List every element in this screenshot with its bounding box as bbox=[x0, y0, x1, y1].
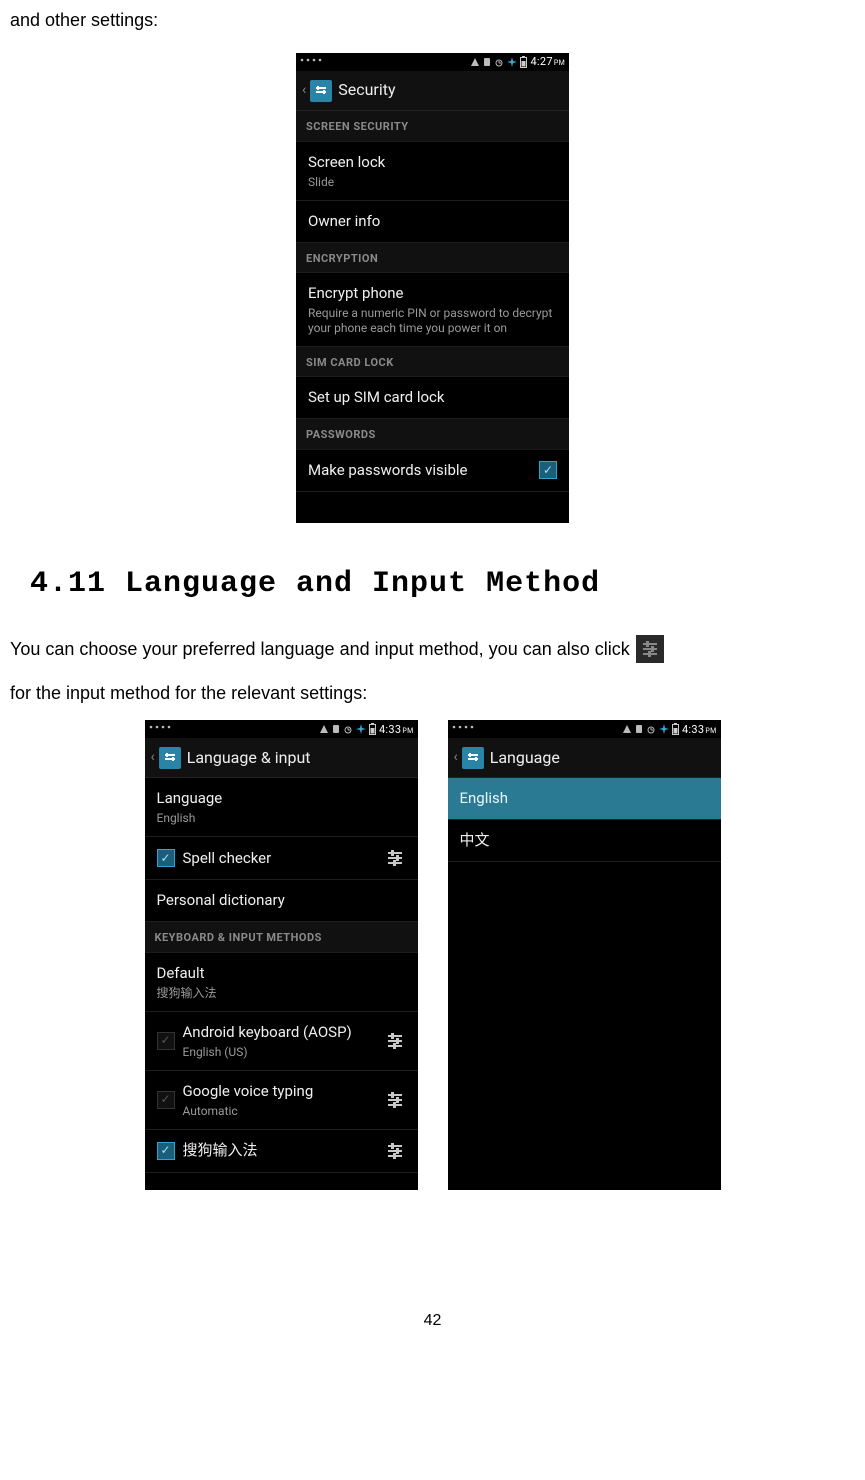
category-passwords: PASSWORDS bbox=[296, 419, 569, 449]
row-encrypt-phone[interactable]: Encrypt phone Require a numeric PIN or p… bbox=[296, 273, 569, 347]
checkbox-icon[interactable]: ✓ bbox=[157, 1032, 175, 1050]
category-encryption: ENCRYPTION bbox=[296, 243, 569, 273]
back-icon[interactable]: ‹ bbox=[302, 81, 306, 101]
row-title: 搜狗输入法 bbox=[183, 1140, 376, 1161]
row-subtitle: 搜狗输入法 bbox=[157, 986, 406, 1001]
screenshot-language-list: 4:33PM ‹ Language English 中文 bbox=[448, 720, 721, 1190]
screenshot-language-input: 4:33PM ‹ Language & input Language Engli… bbox=[145, 720, 418, 1190]
action-bar[interactable]: ‹ Language & input bbox=[145, 738, 418, 778]
sim-icon bbox=[483, 57, 491, 67]
row-subtitle: Automatic bbox=[183, 1104, 376, 1119]
menu-dots-icon bbox=[452, 723, 480, 731]
row-lang-chinese[interactable]: 中文 bbox=[448, 820, 721, 862]
body-para-1: You can choose your preferred language a… bbox=[10, 637, 630, 662]
row-google-voice-typing[interactable]: ✓ Google voice typing Automatic bbox=[145, 1071, 418, 1130]
row-title: Owner info bbox=[308, 211, 557, 232]
row-spell-checker[interactable]: ✓ Spell checker bbox=[145, 837, 418, 880]
action-bar[interactable]: ‹ Language bbox=[448, 738, 721, 778]
row-title: Set up SIM card lock bbox=[308, 387, 557, 408]
status-bar: 4:33PM bbox=[145, 720, 418, 738]
category-keyboard: KEYBOARD & INPUT METHODS bbox=[145, 922, 418, 952]
section-heading: 4.11 Language and Input Method bbox=[30, 563, 855, 605]
checkbox-icon[interactable]: ✓ bbox=[157, 1142, 175, 1160]
settings-sliders-icon[interactable] bbox=[384, 1140, 406, 1162]
alarm-icon bbox=[646, 724, 656, 734]
row-title: Google voice typing bbox=[183, 1081, 376, 1102]
back-icon[interactable]: ‹ bbox=[151, 748, 155, 768]
row-screen-lock[interactable]: Screen lock Slide bbox=[296, 142, 569, 201]
row-title: Default bbox=[157, 963, 406, 984]
status-bar: 4:33PM bbox=[448, 720, 721, 738]
back-icon[interactable]: ‹ bbox=[454, 748, 458, 768]
warning-icon bbox=[470, 57, 480, 67]
row-subtitle: English bbox=[157, 811, 406, 826]
category-sim-lock: SIM CARD LOCK bbox=[296, 347, 569, 377]
row-aosp-keyboard[interactable]: ✓ Android keyboard (AOSP) English (US) bbox=[145, 1012, 418, 1071]
intro-fragment: and other settings: bbox=[10, 8, 855, 33]
status-time: 4:33PM bbox=[379, 722, 414, 737]
warning-icon bbox=[319, 724, 329, 734]
status-time: 4:33PM bbox=[682, 722, 717, 737]
row-title: Make passwords visible bbox=[308, 460, 531, 481]
menu-dots-icon bbox=[300, 56, 328, 64]
row-title: English bbox=[460, 788, 709, 809]
settings-app-icon bbox=[462, 747, 484, 769]
checkbox-icon[interactable]: ✓ bbox=[539, 461, 557, 479]
menu-dots-icon bbox=[149, 723, 177, 731]
row-subtitle: Slide bbox=[308, 175, 557, 190]
battery-icon bbox=[672, 723, 679, 735]
battery-icon bbox=[369, 723, 376, 735]
warning-icon bbox=[622, 724, 632, 734]
row-title: Personal dictionary bbox=[157, 890, 406, 911]
airplane-icon bbox=[659, 724, 669, 734]
row-language[interactable]: Language English bbox=[145, 778, 418, 837]
settings-sliders-icon[interactable] bbox=[384, 1030, 406, 1052]
alarm-icon bbox=[343, 724, 353, 734]
action-bar-title: Language & input bbox=[187, 747, 311, 769]
airplane-icon bbox=[356, 724, 366, 734]
sim-icon bbox=[635, 724, 643, 734]
row-title: Android keyboard (AOSP) bbox=[183, 1022, 376, 1043]
action-bar-title: Security bbox=[338, 79, 395, 101]
action-bar-title: Language bbox=[490, 747, 560, 769]
checkbox-icon[interactable]: ✓ bbox=[157, 1091, 175, 1109]
page-number: 42 bbox=[10, 1310, 855, 1332]
row-title: Spell checker bbox=[183, 848, 376, 869]
battery-icon bbox=[520, 56, 527, 68]
settings-app-icon bbox=[159, 747, 181, 769]
body-para-2: for the input method for the relevant se… bbox=[10, 681, 855, 706]
checkbox-icon[interactable]: ✓ bbox=[157, 849, 175, 867]
row-sim-lock[interactable]: Set up SIM card lock bbox=[296, 377, 569, 419]
settings-sliders-icon[interactable] bbox=[384, 1089, 406, 1111]
row-passwords-visible[interactable]: Make passwords visible ✓ bbox=[296, 450, 569, 492]
row-lang-english[interactable]: English bbox=[448, 778, 721, 820]
settings-sliders-icon[interactable] bbox=[384, 847, 406, 869]
sim-icon bbox=[332, 724, 340, 734]
screenshot-security: 4:27PM ‹ Security SCREEN SECURITY Screen… bbox=[296, 53, 569, 523]
row-sogou-ime[interactable]: ✓ 搜狗输入法 bbox=[145, 1130, 418, 1173]
category-screen-security: SCREEN SECURITY bbox=[296, 111, 569, 141]
status-time: 4:27PM bbox=[530, 54, 565, 69]
action-bar[interactable]: ‹ Security bbox=[296, 71, 569, 111]
row-personal-dictionary[interactable]: Personal dictionary bbox=[145, 880, 418, 922]
settings-sliders-icon bbox=[636, 635, 664, 663]
row-title: Language bbox=[157, 788, 406, 809]
airplane-icon bbox=[507, 57, 517, 67]
row-owner-info[interactable]: Owner info bbox=[296, 201, 569, 243]
status-bar: 4:27PM bbox=[296, 53, 569, 71]
row-subtitle: English (US) bbox=[183, 1045, 376, 1060]
row-subtitle: Require a numeric PIN or password to dec… bbox=[308, 306, 557, 336]
alarm-icon bbox=[494, 57, 504, 67]
settings-app-icon bbox=[310, 80, 332, 102]
row-title: Encrypt phone bbox=[308, 283, 557, 304]
row-title: 中文 bbox=[460, 830, 709, 851]
row-title: Screen lock bbox=[308, 152, 557, 173]
row-default-ime[interactable]: Default 搜狗输入法 bbox=[145, 953, 418, 1012]
